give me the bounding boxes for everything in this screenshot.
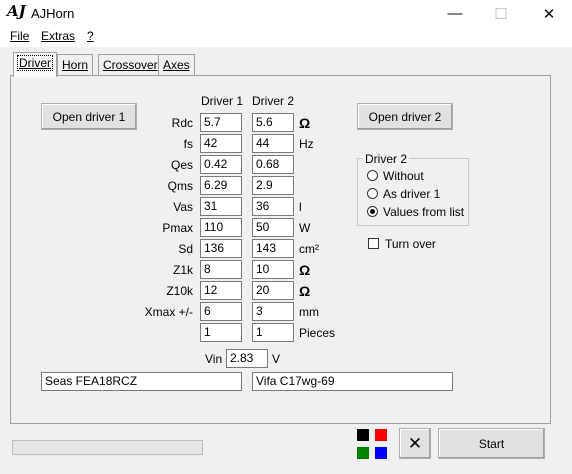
tab-horn[interactable]: Horn xyxy=(57,54,94,76)
param-unit-z10k: Ω xyxy=(299,283,311,299)
color-swatch-green[interactable] xyxy=(357,447,369,459)
param-label-pmax: Pmax xyxy=(162,221,193,235)
param-unit-pmax: W xyxy=(299,221,311,235)
driver-2-pieces-input[interactable]: 1 xyxy=(252,323,294,342)
param-label-fs: fs xyxy=(183,137,193,151)
start-button[interactable]: Start xyxy=(438,428,545,459)
menu-file[interactable]: File xyxy=(10,29,29,43)
menu-extras[interactable]: Extras xyxy=(41,29,75,43)
color-swatch-blue[interactable] xyxy=(375,447,387,459)
vin-input[interactable]: 2.83 xyxy=(226,349,268,368)
driver-1-column-header: Driver 1 xyxy=(201,94,244,108)
menu-help[interactable]: ? xyxy=(87,29,94,43)
vin-label: Vin xyxy=(205,352,223,366)
radio-as-driver-1[interactable] xyxy=(367,188,378,199)
tab-crossover[interactable]: Crossover xyxy=(98,54,163,76)
turn-over-label[interactable]: Turn over xyxy=(385,237,436,251)
param-unit-pieces: Pieces xyxy=(299,326,336,340)
driver-2-pmax-input[interactable]: 50 xyxy=(252,218,294,237)
driver-1-pmax-input[interactable]: 110 xyxy=(200,218,242,237)
driver-1-pieces-input[interactable]: 1 xyxy=(200,323,242,342)
menu-bar: File Extras ? xyxy=(0,27,572,47)
param-unit-vas: l xyxy=(299,200,302,214)
driver-2-rdc-input[interactable]: 5.6 xyxy=(252,113,294,132)
close-button[interactable]: ✕ xyxy=(526,0,572,27)
param-label-z10k: Z10k xyxy=(166,284,193,298)
driver-2-group-title: Driver 2 xyxy=(363,152,410,166)
vin-unit: V xyxy=(272,352,281,366)
param-label-qms: Qms xyxy=(167,179,193,193)
radio-values-from-list[interactable] xyxy=(367,206,378,217)
param-unit-sd: cm² xyxy=(299,242,319,256)
open-driver-2-button[interactable]: Open driver 2 xyxy=(357,103,453,130)
param-unit-fs: Hz xyxy=(299,137,314,151)
title-bar: AJ AJHorn — ☐ ✕ xyxy=(0,0,572,27)
radio-values-from-list-label[interactable]: Values from list xyxy=(383,205,464,219)
param-unit-xmax: mm xyxy=(299,305,319,319)
param-label-sd: Sd xyxy=(178,242,193,256)
driver-1-qes-input[interactable]: 0.42 xyxy=(200,155,242,174)
clear-button[interactable]: ✕ xyxy=(399,428,431,459)
param-label-qes: Qes xyxy=(170,158,193,172)
driver-1-vas-input[interactable]: 31 xyxy=(200,197,242,216)
driver-1-fs-input[interactable]: 42 xyxy=(200,134,242,153)
driver-1-z1k-input[interactable]: 8 xyxy=(200,260,242,279)
minimize-button[interactable]: — xyxy=(432,0,478,27)
param-label-z1k: Z1k xyxy=(172,263,193,277)
driver-1-qms-input[interactable]: 6.29 xyxy=(200,176,242,195)
param-unit-rdc: Ω xyxy=(299,115,311,131)
window-title: AJHorn xyxy=(31,6,75,21)
maximize-button[interactable]: ☐ xyxy=(478,0,524,27)
param-unit-z1k: Ω xyxy=(299,262,311,278)
tab-driver[interactable]: Driver xyxy=(13,52,57,77)
driver-2-xmax-input[interactable]: 3 xyxy=(252,302,294,321)
radio-without[interactable] xyxy=(367,170,378,181)
driver-1-xmax-input[interactable]: 6 xyxy=(200,302,242,321)
radio-without-label[interactable]: Without xyxy=(383,169,424,183)
color-swatch-black[interactable] xyxy=(357,429,369,441)
tab-axes[interactable]: Axes xyxy=(158,54,195,76)
driver-1-name-field[interactable]: Seas FEA18RCZ xyxy=(41,372,242,391)
driver-2-fs-input[interactable]: 44 xyxy=(252,134,294,153)
driver-2-name-field[interactable]: Vifa C17wg-69 xyxy=(252,372,453,391)
driver-2-z1k-input[interactable]: 10 xyxy=(252,260,294,279)
radio-as-driver-1-label[interactable]: As driver 1 xyxy=(383,187,440,201)
driver-2-qms-input[interactable]: 2.9 xyxy=(252,176,294,195)
close-icon: ✕ xyxy=(407,433,423,453)
driver-1-sd-input[interactable]: 136 xyxy=(200,239,242,258)
driver-2-sd-input[interactable]: 143 xyxy=(252,239,294,258)
param-label-xmax: Xmax +/- xyxy=(144,305,193,319)
driver-1-z10k-input[interactable]: 12 xyxy=(200,281,242,300)
progress-bar xyxy=(12,440,203,455)
driver-1-rdc-input[interactable]: 5.7 xyxy=(200,113,242,132)
driver-2-column-header: Driver 2 xyxy=(252,94,295,108)
param-label-rdc: Rdc xyxy=(171,116,193,130)
app-icon: AJ xyxy=(7,2,26,20)
driver-2-z10k-input[interactable]: 20 xyxy=(252,281,294,300)
turn-over-checkbox[interactable] xyxy=(368,238,379,249)
color-swatch-red[interactable] xyxy=(375,429,387,441)
driver-2-vas-input[interactable]: 36 xyxy=(252,197,294,216)
param-label-vas: Vas xyxy=(173,200,193,214)
driver-2-qes-input[interactable]: 0.68 xyxy=(252,155,294,174)
